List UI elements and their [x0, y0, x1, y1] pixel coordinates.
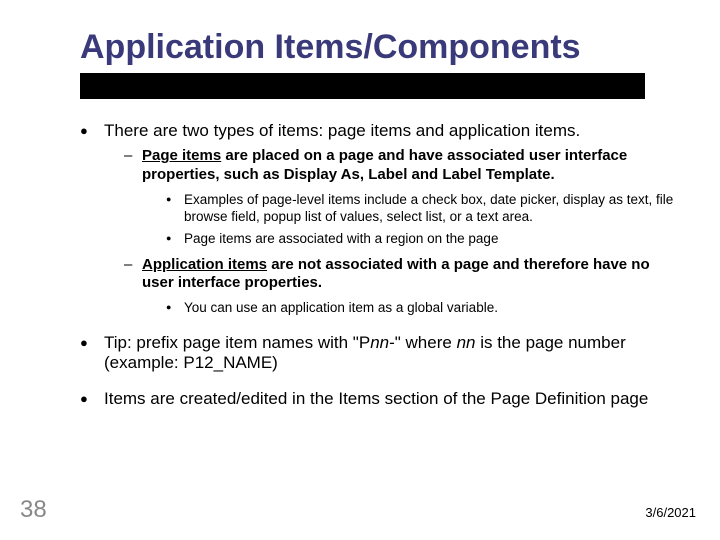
underlined-term: Page items [142, 147, 221, 164]
bullet-items-created: Items are created/edited in the Items se… [80, 389, 680, 409]
bullet-list-level3: You can use an application item as a glo… [142, 299, 680, 317]
page-title: Application Items/Components [80, 28, 680, 67]
tip-text-italic: nn [457, 333, 476, 352]
bullet-item-types: There are two types of items: page items… [80, 121, 680, 317]
underlined-term: Application items [142, 256, 267, 273]
bullet-list-level3: Examples of page-level items include a c… [142, 191, 680, 248]
tip-text-mid: -" where [389, 333, 456, 352]
sub-sub-bullet: Examples of page-level items include a c… [166, 191, 680, 226]
title-underline [80, 73, 645, 99]
sub-sub-bullet: You can use an application item as a glo… [166, 299, 680, 317]
tip-text-italic: nn [370, 333, 389, 352]
sub-bullet-application-items: Application items are not associated wit… [124, 256, 680, 317]
slide: Application Items/Components There are t… [0, 0, 720, 540]
sub-sub-bullet: Page items are associated with a region … [166, 230, 680, 248]
tip-text-pre: Tip: prefix page item names with "P [104, 333, 370, 352]
sub-bullet-page-items: Page items are placed on a page and have… [124, 147, 680, 247]
page-number: 38 [20, 496, 47, 524]
slide-date: 3/6/2021 [645, 505, 696, 520]
bullet-text: There are two types of items: page items… [104, 121, 580, 140]
bullet-tip-prefix: Tip: prefix page item names with "Pnn-" … [80, 333, 680, 374]
bullet-list-level2: Page items are placed on a page and have… [104, 147, 680, 316]
bullet-list-level1: There are two types of items: page items… [80, 121, 680, 410]
